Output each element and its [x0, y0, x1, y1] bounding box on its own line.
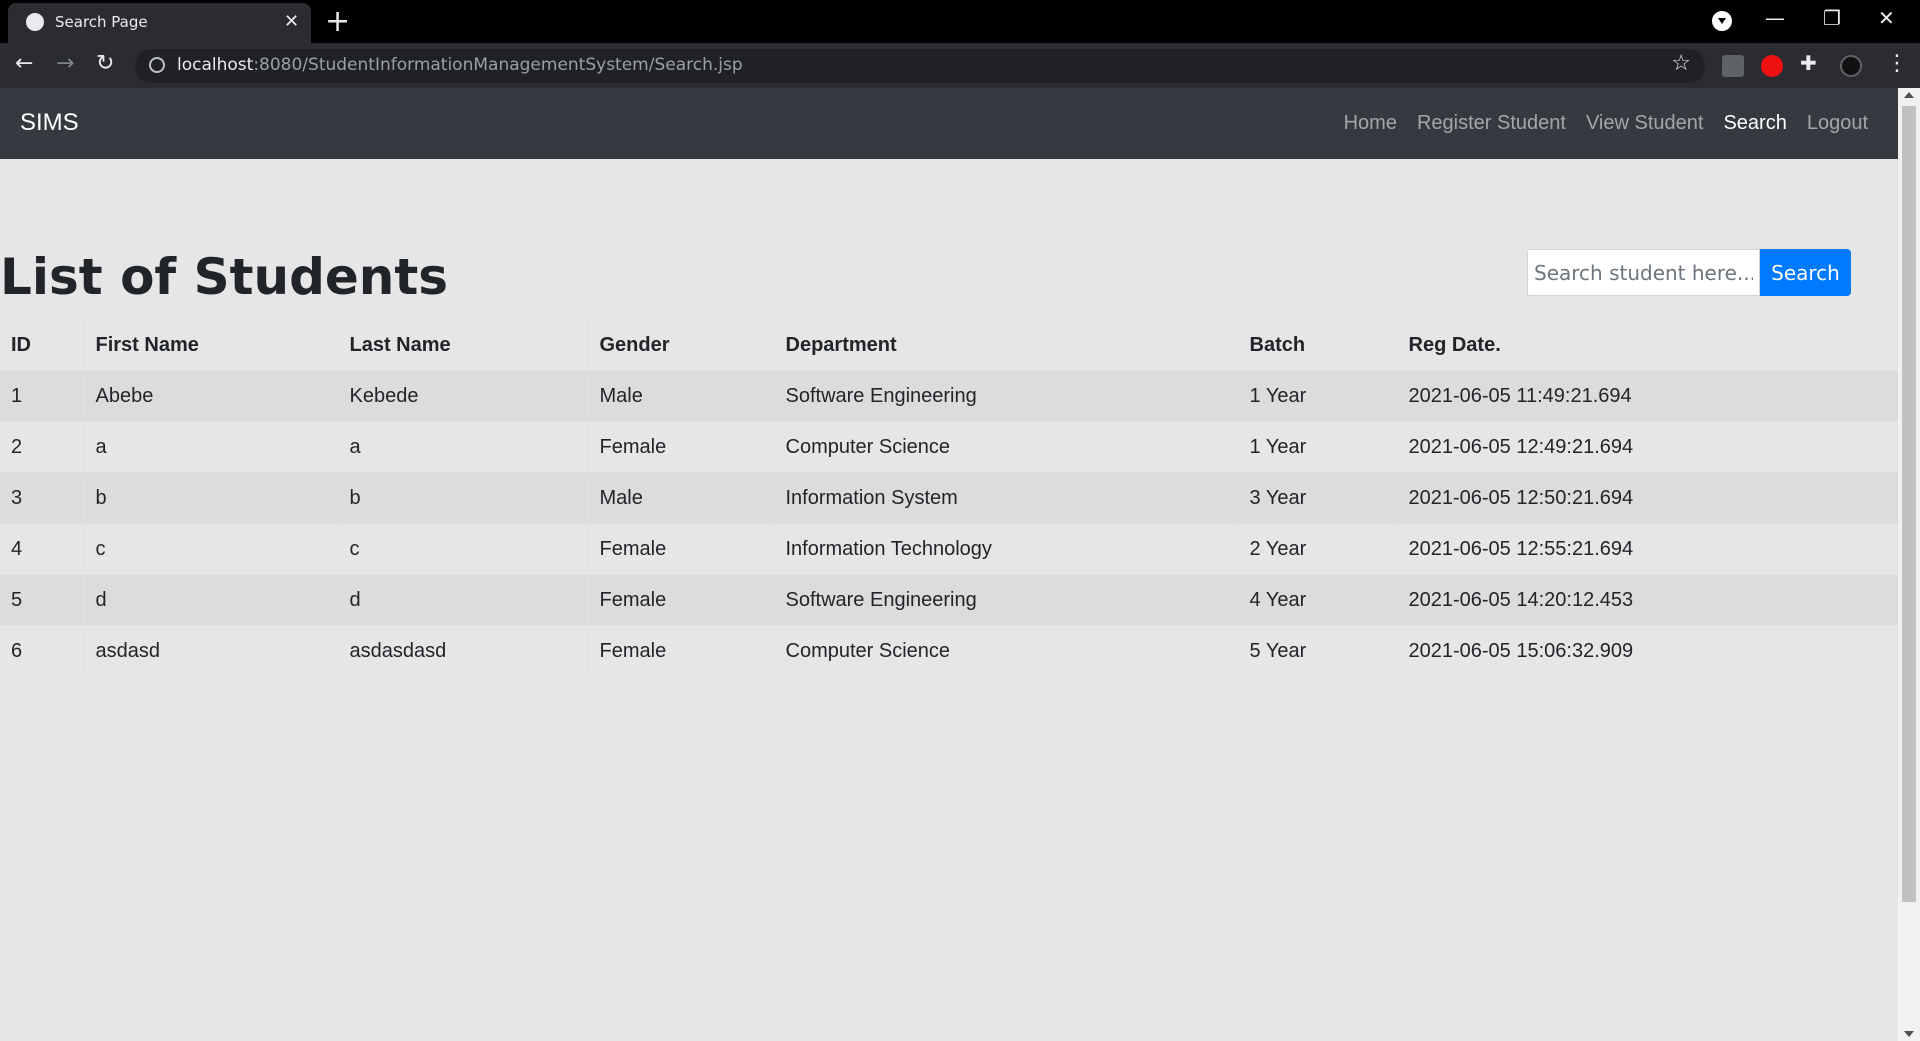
search-input[interactable] [1527, 249, 1760, 296]
header-id: ID [0, 319, 84, 371]
nav-logout[interactable]: Logout [1807, 112, 1868, 135]
cell-last-name: b [337, 472, 588, 524]
cell-first-name: b [83, 472, 338, 524]
cell-id: 4 [0, 523, 84, 575]
nav-search[interactable]: Search [1723, 112, 1786, 135]
cell-gender: Female [587, 574, 774, 626]
reload-icon[interactable]: ↻ [96, 51, 114, 76]
cell-gender: Female [587, 625, 774, 677]
cell-gender: Male [587, 472, 774, 524]
menu-icon[interactable]: ⋮ [1886, 51, 1908, 76]
table-row: 4 c c Female Information Technology 2 Year 202… [0, 523, 1898, 575]
table-row: 6 asdasd asdasdasd Female Computer Science 5 … [0, 625, 1898, 677]
cell-reg-date: 2021-06-05 15:06:32.909 [1396, 625, 1898, 677]
browser-tab-bar: Search Page ✕ + — ❐ ✕ [0, 0, 1920, 43]
window-close-icon[interactable]: ✕ [1878, 6, 1895, 30]
students-table: ID First Name Last Name Gender Departmen… [0, 319, 1898, 677]
cell-last-name: asdasdasd [337, 625, 588, 677]
info-icon[interactable] [149, 57, 165, 73]
cell-reg-date: 2021-06-05 12:50:21.694 [1396, 472, 1898, 524]
address-toolbar: ← → ↻ localhost:8080/StudentInformationM… [0, 43, 1920, 88]
cell-reg-date: 2021-06-05 14:20:12.453 [1396, 574, 1898, 626]
extension-icon[interactable]: ✚ [1800, 51, 1822, 75]
nav-view-student[interactable]: View Student [1586, 112, 1704, 135]
cell-department: Computer Science [773, 625, 1238, 677]
cell-reg-date: 2021-06-05 12:49:21.694 [1396, 421, 1898, 473]
plus-icon[interactable]: + [325, 4, 350, 39]
extension-red-icon[interactable] [1761, 55, 1783, 77]
cell-first-name: d [83, 574, 338, 626]
cell-department: Computer Science [773, 421, 1238, 473]
minimize-icon[interactable]: — [1765, 6, 1785, 30]
cell-gender: Male [587, 370, 774, 422]
cell-first-name: Abebe [83, 370, 338, 422]
tab-search-icon[interactable] [1712, 11, 1732, 31]
browser-tab[interactable]: Search Page ✕ [8, 3, 311, 43]
nav-home[interactable]: Home [1344, 112, 1397, 135]
forward-icon[interactable]: → [56, 51, 74, 76]
scroll-up-icon[interactable] [1904, 92, 1914, 98]
url-text: localhost:8080/StudentInformationManagem… [177, 55, 743, 75]
cell-batch: 1 Year [1237, 370, 1397, 422]
avatar[interactable] [1840, 55, 1862, 77]
brand-logo[interactable]: SIMS [20, 109, 79, 137]
page-scrollbar[interactable] [1898, 88, 1920, 1041]
header-last-name: Last Name [337, 319, 588, 371]
scroll-thumb[interactable] [1902, 106, 1916, 902]
cell-department: Information System [773, 472, 1238, 524]
cell-department: Software Engineering [773, 574, 1238, 626]
cell-reg-date: 2021-06-05 12:55:21.694 [1396, 523, 1898, 575]
cell-id: 2 [0, 421, 84, 473]
cell-id: 5 [0, 574, 84, 626]
globe-icon [26, 13, 44, 31]
header-reg-date: Reg Date. [1396, 319, 1898, 371]
close-icon[interactable]: ✕ [284, 11, 299, 32]
header-department: Department [773, 319, 1238, 371]
cell-batch: 4 Year [1237, 574, 1397, 626]
table-row: 2 a a Female Computer Science 1 Year 2021-06-0… [0, 421, 1898, 473]
header-first-name: First Name [83, 319, 338, 371]
table-row: 3 b b Male Information System 3 Year 2021-06-0… [0, 472, 1898, 524]
cell-gender: Female [587, 421, 774, 473]
url-path: :8080/StudentInformationManagementSystem… [253, 55, 743, 75]
nav-register-student[interactable]: Register Student [1417, 112, 1566, 135]
cell-id: 6 [0, 625, 84, 677]
cell-department: Software Engineering [773, 370, 1238, 422]
cell-last-name: c [337, 523, 588, 575]
url-bar[interactable]: localhost:8080/StudentInformationManagem… [135, 49, 1705, 83]
cell-first-name: a [83, 421, 338, 473]
cell-first-name: asdasd [83, 625, 338, 677]
extension-square-icon[interactable] [1722, 55, 1744, 77]
cell-id: 1 [0, 370, 84, 422]
table-row: 5 d d Female Software Engineering 4 Year 2021-… [0, 574, 1898, 626]
scroll-down-icon[interactable] [1904, 1031, 1914, 1037]
cell-last-name: Kebede [337, 370, 588, 422]
cell-batch: 1 Year [1237, 421, 1397, 473]
table-row: 1 Abebe Kebede Male Software Engineering 1 Ye… [0, 370, 1898, 422]
restore-icon[interactable]: ❐ [1823, 6, 1841, 30]
cell-first-name: c [83, 523, 338, 575]
header-gender: Gender [587, 319, 774, 371]
cell-id: 3 [0, 472, 84, 524]
search-button[interactable]: Search [1760, 249, 1851, 296]
table-header-row: ID First Name Last Name Gender Departmen… [0, 319, 1898, 371]
cell-batch: 5 Year [1237, 625, 1397, 677]
cell-batch: 3 Year [1237, 472, 1397, 524]
back-icon[interactable]: ← [15, 51, 33, 76]
nav-links: Home Register Student View Student Searc… [1344, 112, 1868, 135]
cell-last-name: a [337, 421, 588, 473]
page-title: List of Students [0, 248, 449, 306]
tab-title: Search Page [55, 13, 148, 31]
cell-reg-date: 2021-06-05 11:49:21.694 [1396, 370, 1898, 422]
cell-batch: 2 Year [1237, 523, 1397, 575]
header-batch: Batch [1237, 319, 1397, 371]
cell-last-name: d [337, 574, 588, 626]
cell-department: Information Technology [773, 523, 1238, 575]
url-host: localhost [177, 55, 254, 75]
cell-gender: Female [587, 523, 774, 575]
star-icon[interactable]: ☆ [1671, 51, 1691, 76]
site-navbar: SIMS Home Register Student View Student … [0, 88, 1898, 159]
